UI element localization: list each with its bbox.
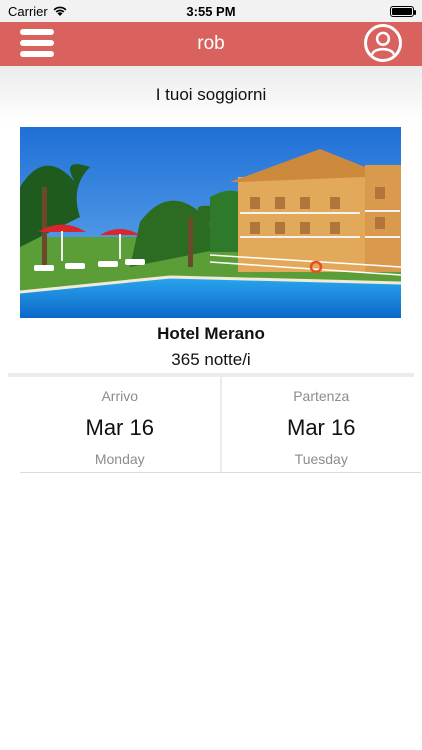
app-header: rob <box>0 22 422 66</box>
battery-icon <box>390 5 416 17</box>
arrival-day: Monday <box>94 451 145 467</box>
departure-day: Tuesday <box>294 451 348 467</box>
section-header: I tuoi soggiorni <box>0 66 422 124</box>
hamburger-menu-icon[interactable] <box>20 26 54 60</box>
header-title: rob <box>197 33 225 54</box>
departure-date: Mar 16 <box>287 415 356 440</box>
stay-dates: Arrivo Mar 16 Monday Partenza Mar 16 Tue… <box>20 377 421 473</box>
arrival-date: Mar 16 <box>85 415 154 440</box>
menu-bar <box>20 40 54 46</box>
arrival-label: Arrivo <box>101 388 139 404</box>
arrival-column: Arrivo Mar 16 Monday <box>20 377 222 472</box>
hotel-name: Hotel Merano <box>157 324 265 343</box>
departure-column: Partenza Mar 16 Tuesday <box>222 377 422 472</box>
hotel-photo[interactable] <box>20 127 401 318</box>
departure-label: Partenza <box>293 388 350 404</box>
menu-bar <box>20 29 54 35</box>
user-profile-icon[interactable] <box>364 24 402 62</box>
status-bar: Carrier 3:55 PM <box>0 0 422 22</box>
nights-count: 365 notte/i <box>171 350 251 369</box>
status-time: 3:55 PM <box>186 3 236 19</box>
menu-bar <box>20 51 54 57</box>
section-title: I tuoi soggiorni <box>155 85 267 104</box>
